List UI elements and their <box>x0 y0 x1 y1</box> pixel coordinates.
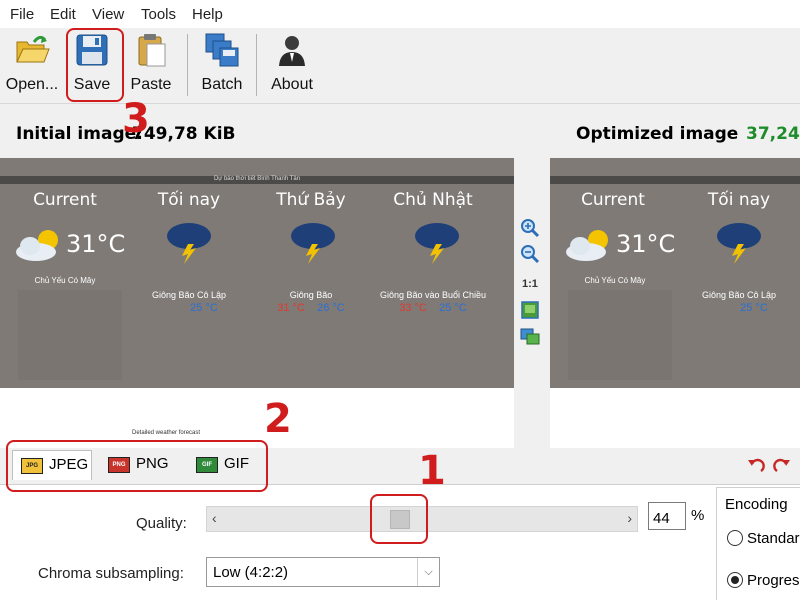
quality-value-input[interactable] <box>648 502 686 530</box>
slider-right-arrow-icon[interactable]: › <box>627 510 632 526</box>
paste-button[interactable]: Paste <box>124 28 178 102</box>
optimized-image-label: Optimized image <box>576 124 739 144</box>
annotation-step-3: 3 <box>122 96 150 142</box>
weather-tonight-column: Tối nay Giông Bão Cô Lập 25 °C <box>676 184 800 394</box>
annotation-quality-highlight <box>370 494 428 544</box>
current-condition: Chủ Yếu Có Mây <box>584 276 646 285</box>
weather-heading: Current <box>33 190 97 210</box>
zoom-in-icon[interactable] <box>520 218 540 238</box>
high-temp: 31 °C <box>277 302 305 314</box>
encoding-group: Encoding Standard Progressive <box>716 487 800 600</box>
chroma-subsampling-value: Low (4:2:2) <box>213 564 289 581</box>
batch-button[interactable]: Batch <box>196 28 248 102</box>
quality-label: Quality: <box>136 515 187 532</box>
high-temp: 33 °C <box>399 302 427 314</box>
current-condition: Chủ Yếu Có Mây <box>34 276 96 285</box>
weather-saturday-column: Thứ Bảy Giông Bão 31 °C 26 °C <box>252 184 370 394</box>
preview-page-text <box>550 388 800 448</box>
weather-sunday-column: Chủ Nhật Giông Bão vào Buổi Chiều 33 °C … <box>370 184 496 394</box>
thunderstorm-icon <box>415 223 459 264</box>
annotation-tabs-highlight <box>6 440 268 492</box>
annotation-step-1: 1 <box>418 448 446 494</box>
open-button[interactable]: Open... <box>2 28 62 102</box>
batch-label: Batch <box>201 76 243 93</box>
percent-sign: % <box>691 507 705 524</box>
slider-left-arrow-icon[interactable]: ‹ <box>212 510 217 526</box>
chroma-subsampling-label: Chroma subsampling: <box>38 565 184 582</box>
rotate-right-icon[interactable] <box>772 456 792 474</box>
thunderstorm-icon <box>167 223 211 264</box>
current-details-box <box>568 290 672 380</box>
detailed-forecast-link: Detailed weather forecast <box>132 430 201 436</box>
optimized-image-preview[interactable]: Current 31°C Chủ Yếu Có Mây Tối nay Giôn… <box>550 158 800 448</box>
batch-files-icon <box>205 33 239 67</box>
zoom-actual-size-button[interactable]: 1:1 <box>522 278 538 290</box>
weather-heading: Thứ Bảy <box>276 190 346 210</box>
encoding-standard-radio[interactable] <box>727 530 743 546</box>
weather-desc: Giông Bão <box>289 290 333 300</box>
menu-help[interactable]: Help <box>192 6 223 23</box>
toolbar-separator <box>187 34 188 96</box>
low-temp: 25 °C <box>740 302 768 314</box>
current-temperature: 31°C <box>66 230 126 258</box>
partly-cloudy-icon <box>566 230 608 261</box>
fit-image-icon[interactable] <box>520 300 540 320</box>
preview-page-text: Detailed weather forecast <box>0 388 514 448</box>
about-label: About <box>271 76 313 93</box>
preview-window-bar <box>550 176 800 184</box>
encoding-progressive-radio[interactable] <box>727 572 743 588</box>
menu-view[interactable]: View <box>92 6 124 23</box>
menu-edit[interactable]: Edit <box>50 6 76 23</box>
folder-open-icon <box>16 35 50 63</box>
weather-heading: Tối nay <box>707 190 771 210</box>
weather-heading: Chủ Nhật <box>393 190 473 210</box>
menu-bar: File Edit View Tools Help <box>0 0 800 28</box>
optimized-image-size: 37,24 <box>746 124 800 144</box>
current-temperature: 31°C <box>616 230 676 258</box>
rotate-left-icon[interactable] <box>746 456 766 474</box>
toolbar-separator <box>256 34 257 96</box>
encoding-standard-label[interactable]: Standard <box>747 530 800 547</box>
menu-file[interactable]: File <box>10 6 34 23</box>
thunderstorm-icon <box>717 223 761 264</box>
annotation-save-highlight <box>66 28 124 102</box>
menu-tools[interactable]: Tools <box>141 6 176 23</box>
encoding-title: Encoding <box>725 496 788 513</box>
annotation-step-2: 2 <box>264 396 292 442</box>
thunderstorm-icon <box>291 223 335 264</box>
low-temp: 25 °C <box>190 302 218 314</box>
initial-image-preview[interactable]: Dự báo thời tiết Bình Thanh Tân Current … <box>0 158 514 448</box>
paste-label: Paste <box>130 76 172 93</box>
chevron-down-icon[interactable]: ⌵ <box>417 558 439 586</box>
person-icon <box>279 36 305 66</box>
weather-tonight-column: Tối nay Giông Bão Cô Lập 25 °C <box>126 184 252 394</box>
preview-window-title: Dự báo thời tiết Bình Thanh Tân <box>213 176 301 182</box>
compare-view-icon[interactable] <box>520 326 540 346</box>
current-details-box <box>18 290 122 380</box>
weather-desc: Giông Bão vào Buổi Chiều <box>379 290 487 300</box>
low-temp: 25 °C <box>439 302 467 314</box>
image-info-row: Initial image: 749,78 KiB Optimized imag… <box>0 116 800 152</box>
weather-heading: Current <box>581 190 645 210</box>
zoom-out-icon[interactable] <box>520 244 540 264</box>
weather-desc: Giông Bão Cô Lập <box>701 290 777 300</box>
preview-window-bar: Dự báo thời tiết Bình Thanh Tân <box>0 176 514 184</box>
weather-desc: Giông Bão Cô Lập <box>151 290 227 300</box>
low-temp: 26 °C <box>317 302 345 314</box>
open-label: Open... <box>5 76 59 93</box>
partly-cloudy-icon <box>16 230 58 261</box>
encoding-progressive-label[interactable]: Progressive <box>747 572 800 589</box>
weather-heading: Tối nay <box>157 190 221 210</box>
about-button[interactable]: About <box>266 28 318 102</box>
clipboard-icon <box>138 34 166 67</box>
chroma-subsampling-select[interactable]: Low (4:2:2) ⌵ <box>206 557 440 587</box>
